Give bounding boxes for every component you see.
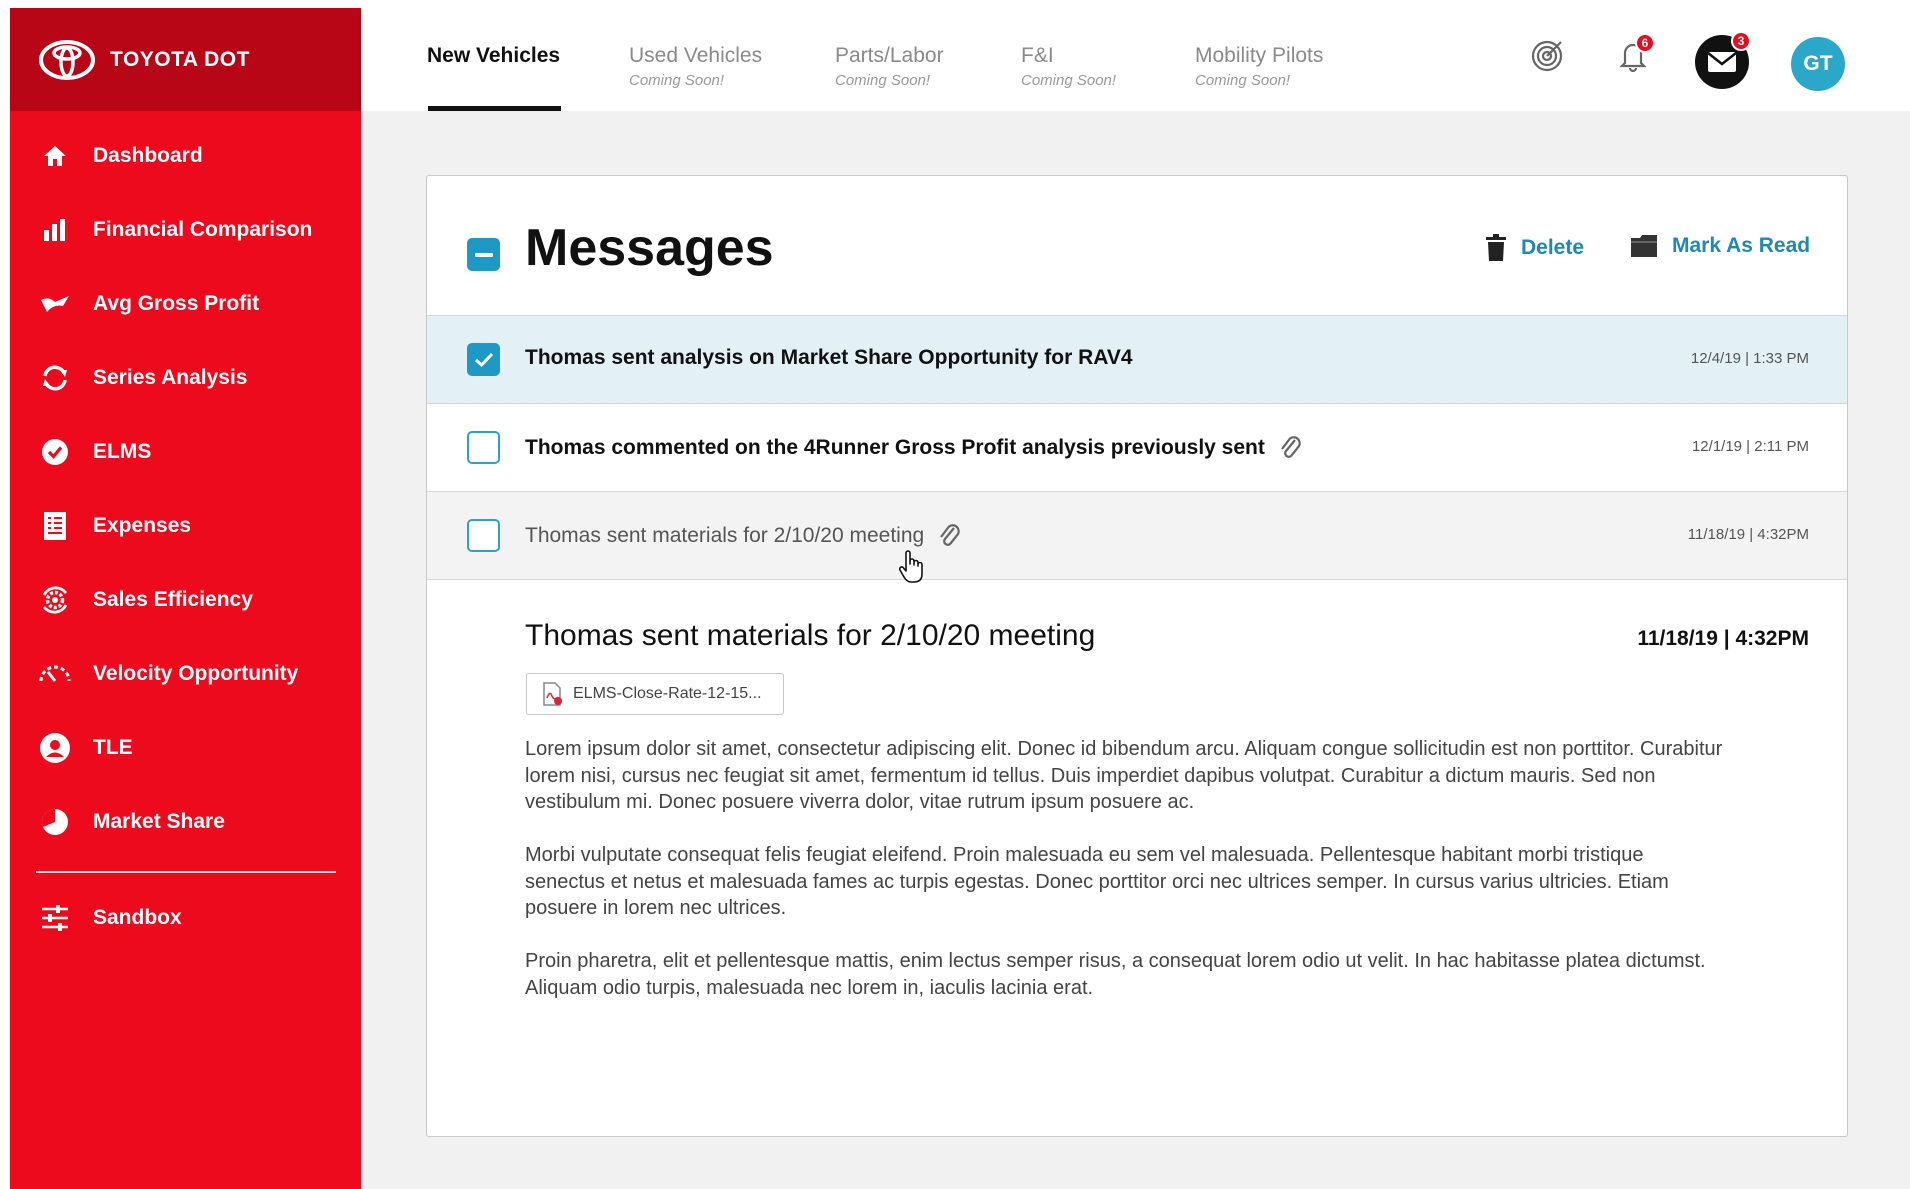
- refresh-icon: [38, 361, 72, 395]
- bar-chart-icon: [38, 213, 72, 247]
- message-date: 12/1/19 | 2:11 PM: [1691, 438, 1809, 455]
- sidebar-item-velocity-opportunity[interactable]: Velocity Opportunity: [10, 644, 361, 704]
- sliders-icon: [38, 901, 72, 935]
- toyota-logo-icon: [39, 39, 95, 80]
- sidebar-item-expenses[interactable]: Expenses: [10, 496, 361, 556]
- pdf-file-icon: [543, 682, 562, 706]
- message-subject-wrap: Thomas sent materials for 2/10/20 meetin…: [525, 522, 962, 550]
- tab-f-and-i[interactable]: F&I Coming Soon!: [1021, 44, 1116, 89]
- delete-label: Delete: [1521, 236, 1585, 259]
- sidebar-item-avg-gross-profit[interactable]: Avg Gross Profit: [10, 274, 361, 334]
- gear-cycle-icon: [38, 583, 72, 617]
- page-title: Messages: [525, 219, 774, 277]
- messages-header: Messages Delete Mark As Read: [427, 176, 1847, 316]
- trash-icon: [1486, 234, 1506, 261]
- attachment-name: ELMS-Close-Rate-12-15...: [573, 685, 762, 702]
- message-subject: Thomas sent materials for 2/10/20 meetin…: [525, 524, 925, 547]
- checkmark-icon: [474, 352, 493, 367]
- message-subject-wrap: Thomas commented on the 4Runner Gross Pr…: [525, 434, 1303, 462]
- brand-name: TOYOTA DOT: [110, 47, 250, 71]
- tab-subtitle: Coming Soon!: [629, 72, 725, 89]
- message-row[interactable]: Thomas commented on the 4Runner Gross Pr…: [427, 404, 1847, 492]
- folder-icon: [1631, 235, 1657, 257]
- sidebar-item-label: Series Analysis: [93, 366, 248, 389]
- mail-badge: 3: [1731, 31, 1751, 51]
- message-body-paragraph: Proin pharetra, elit et pellentesque mat…: [525, 950, 1706, 999]
- message-checkbox[interactable]: [467, 431, 500, 464]
- message-detail-date: 11/18/19 | 4:32PM: [1637, 627, 1809, 650]
- speedometer-icon: [38, 657, 72, 691]
- tab-label: Parts/Labor: [835, 44, 944, 67]
- message-detail-title: Thomas sent materials for 2/10/20 meetin…: [525, 619, 1096, 652]
- top-nav: New Vehicles Used Vehicles Coming Soon! …: [361, 8, 1910, 111]
- hand-cursor-icon: [898, 550, 923, 583]
- message-checkbox[interactable]: [467, 519, 500, 552]
- delete-button[interactable]: Delete: [1485, 234, 1584, 262]
- gross-profit-icon: [38, 287, 72, 321]
- select-all-checkbox[interactable]: [467, 238, 500, 271]
- sidebar-item-series-analysis[interactable]: Series Analysis: [10, 348, 361, 408]
- sidebar: TOYOTA DOT Dashboard Financial Compariso…: [10, 8, 361, 1189]
- sidebar-item-dashboard[interactable]: Dashboard: [10, 126, 361, 186]
- message-date: 12/4/19 | 1:33 PM: [1690, 350, 1809, 367]
- tab-label: New Vehicles: [427, 44, 561, 67]
- tab-subtitle: Coming Soon!: [1021, 72, 1117, 89]
- tab-label: Used Vehicles: [629, 44, 763, 67]
- notifications-button[interactable]: 6: [1613, 33, 1655, 80]
- receipt-icon: [38, 509, 72, 543]
- user-circle-icon: [38, 731, 72, 765]
- sidebar-item-label: TLE: [93, 736, 133, 759]
- message-checkbox[interactable]: [467, 343, 500, 376]
- message-subject: Thomas sent analysis on Market Share Opp…: [525, 346, 1133, 369]
- tab-parts-labor[interactable]: Parts/Labor Coming Soon!: [835, 44, 944, 89]
- sidebar-item-label: Sales Efficiency: [93, 588, 253, 611]
- message-row[interactable]: Thomas sent analysis on Market Share Opp…: [427, 316, 1847, 404]
- home-icon: [38, 139, 72, 173]
- tab-mobility-pilots[interactable]: Mobility Pilots Coming Soon!: [1195, 44, 1323, 89]
- mark-as-read-label: Mark As Read: [1672, 234, 1811, 257]
- message-date: 11/18/19 | 4:32PM: [1687, 526, 1809, 543]
- sidebar-item-label: Sandbox: [93, 906, 182, 929]
- sidebar-item-sandbox[interactable]: Sandbox: [10, 888, 361, 948]
- sidebar-item-market-share[interactable]: Market Share: [10, 792, 361, 852]
- sidebar-item-label: Market Share: [93, 810, 225, 833]
- sidebar-item-label: Expenses: [93, 514, 192, 537]
- tab-label: Mobility Pilots: [1195, 44, 1324, 67]
- message-row[interactable]: Thomas sent materials for 2/10/20 meetin…: [427, 492, 1847, 580]
- sidebar-item-tle[interactable]: TLE: [10, 718, 361, 778]
- sidebar-item-financial-comparison[interactable]: Financial Comparison: [10, 200, 361, 260]
- sidebar-item-label: Dashboard: [93, 144, 203, 167]
- message-body-paragraph: Morbi vulputate consequat felis feugiat …: [525, 844, 1669, 919]
- tab-subtitle: Coming Soon!: [1195, 72, 1291, 89]
- pie-chart-icon: [38, 805, 72, 839]
- message-subject: Thomas commented on the 4Runner Gross Pr…: [525, 436, 1265, 459]
- sidebar-item-label: Financial Comparison: [93, 218, 313, 241]
- check-circle-icon: [38, 435, 72, 469]
- tab-label: F&I: [1021, 44, 1054, 67]
- mark-as-read-button[interactable]: Mark As Read: [1630, 234, 1810, 258]
- target-icon[interactable]: [1530, 37, 1566, 78]
- paperclip-icon: [1279, 434, 1303, 462]
- notification-badge: 6: [1635, 33, 1655, 53]
- attachment-chip[interactable]: ELMS-Close-Rate-12-15...: [526, 673, 784, 715]
- sidebar-item-sales-efficiency[interactable]: Sales Efficiency: [10, 570, 361, 630]
- sidebar-item-label: Velocity Opportunity: [93, 662, 299, 685]
- sidebar-item-label: Avg Gross Profit: [93, 292, 260, 315]
- messages-panel: Messages Delete Mark As Read Thomas sent…: [426, 175, 1848, 1137]
- tab-used-vehicles[interactable]: Used Vehicles Coming Soon!: [629, 44, 762, 89]
- tab-new-vehicles[interactable]: New Vehicles: [427, 44, 560, 68]
- tab-subtitle: Coming Soon!: [835, 72, 931, 89]
- user-avatar[interactable]: GT: [1791, 37, 1845, 91]
- paperclip-icon: [938, 522, 962, 550]
- sidebar-item-elms[interactable]: ELMS: [10, 422, 361, 482]
- brand-header[interactable]: TOYOTA DOT: [10, 8, 361, 111]
- mail-button[interactable]: 3: [1694, 31, 1754, 96]
- message-body-paragraph: Lorem ipsum dolor sit amet, consectetur …: [525, 738, 1723, 813]
- sidebar-item-label: ELMS: [93, 440, 152, 463]
- sidebar-divider: [36, 871, 336, 873]
